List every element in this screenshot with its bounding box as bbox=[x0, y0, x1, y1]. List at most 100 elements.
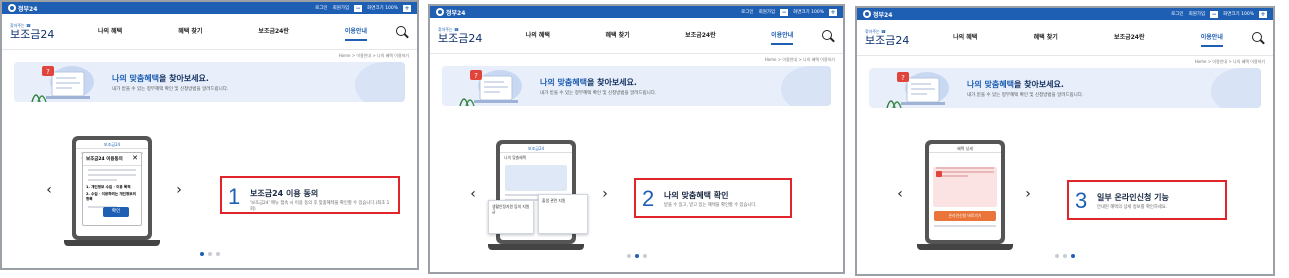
next-slide-button[interactable]: › bbox=[1021, 187, 1035, 201]
intro-banner: ? 나의 맞춤혜택을 찾아보세요. 내가 받을 수 있는 정부혜택 확인 및 신… bbox=[14, 62, 405, 102]
nav-guide[interactable]: 이용안내 bbox=[1200, 28, 1223, 47]
gov24-link[interactable]: 정부24 bbox=[8, 4, 37, 13]
pagination-dot-3[interactable] bbox=[215, 252, 220, 256]
nav-my-benefits[interactable]: 나의 혜택 bbox=[953, 28, 977, 47]
zoom-out-button[interactable]: − bbox=[354, 4, 363, 12]
confirm-button[interactable]: 확인 bbox=[103, 207, 129, 217]
device-section-title: 나의 맞춤혜택 bbox=[504, 155, 527, 160]
login-link[interactable]: 로그인 bbox=[1171, 11, 1183, 17]
banner-decoration bbox=[781, 66, 831, 106]
pagination-dot-2[interactable] bbox=[634, 254, 639, 258]
pagination-dot-1[interactable] bbox=[199, 252, 204, 256]
gov24-link[interactable]: 정부24 bbox=[436, 8, 465, 17]
banner-subtitle: 내가 받을 수 있는 정부혜택 확인 및 신청방법을 알려드립니다. bbox=[540, 91, 657, 96]
step-description: 받을 수 있고, 받고 있는 혜택을 확인할 수 있습니다. bbox=[664, 203, 757, 208]
intro-banner: ? 나의 맞춤혜택을 찾아보세요. 내가 받을 수 있는 정부혜택 확인 및 신… bbox=[442, 66, 831, 106]
zoom-level: 화면크기 100% bbox=[367, 6, 398, 11]
zoom-out-button[interactable]: − bbox=[780, 8, 789, 16]
nav-find-benefits[interactable]: 혜택 찾기 bbox=[605, 26, 629, 45]
nav-find-benefits[interactable]: 혜택 찾기 bbox=[178, 22, 202, 41]
step-card: 1 보조금24 이용 동의 '보조금24' 메뉴 접속 시 이용 동의 후 맞춤… bbox=[220, 176, 400, 214]
nav-about[interactable]: 보조금24란 bbox=[258, 22, 288, 41]
login-link[interactable]: 로그인 bbox=[315, 5, 327, 11]
gov-logo-icon bbox=[863, 10, 871, 18]
pagination-dot-3[interactable] bbox=[1071, 254, 1075, 258]
login-link[interactable]: 로그인 bbox=[741, 9, 753, 15]
search-icon[interactable] bbox=[395, 25, 409, 39]
gov-topbar: 정부24 로그인 회원가입 − 화면크기 100% + bbox=[857, 8, 1273, 20]
zoom-level: 화면크기 100% bbox=[1223, 12, 1254, 17]
banner-decoration bbox=[355, 62, 405, 102]
banner-title: 나의 맞춤혜택을 찾아보세요. bbox=[112, 74, 209, 83]
site-logo[interactable]: 찾아주는 ☎ 보조금24 bbox=[438, 27, 498, 45]
zoom-level: 화면크기 100% bbox=[793, 10, 824, 15]
banner-title: 나의 맞춤혜택을 찾아보세요. bbox=[967, 80, 1064, 89]
site-header: 찾아주는 ☎ 보조금24 나의 혜택 혜택 찾기 보조금24란 이용안내 bbox=[857, 20, 1273, 56]
banner-subtitle: 내가 받을 수 있는 정부혜택 확인 및 신청방법을 알려드립니다. bbox=[112, 87, 229, 92]
gov-topbar: 정부24 로그인 회원가입 − 화면크기 100% + bbox=[2, 2, 417, 14]
banner-subtitle: 내가 받을 수 있는 정부혜택 확인 및 신청방법을 알려드립니다. bbox=[967, 93, 1084, 98]
banner-title: 나의 맞춤혜택을 찾아보세요. bbox=[540, 78, 637, 87]
banner-decoration bbox=[1211, 68, 1261, 108]
prev-slide-button[interactable]: ‹ bbox=[466, 187, 480, 201]
pagination-dot-2[interactable] bbox=[1063, 254, 1067, 258]
search-icon[interactable] bbox=[821, 29, 835, 43]
screenshot-panel-3: 정부24 로그인 회원가입 − 화면크기 100% + 찾아주는 ☎ 보조금24… bbox=[855, 6, 1275, 276]
join-link[interactable]: 회원가입 bbox=[333, 5, 350, 11]
pagination-dot-2[interactable] bbox=[207, 252, 212, 256]
online-apply-button[interactable]: 온라인신청 바로가기 bbox=[934, 211, 996, 221]
step-card: 3 일부 온라인신청 기능 안내된 혜택의 상세 정보를 확인하세요. bbox=[1067, 180, 1227, 220]
nav-about[interactable]: 보조금24란 bbox=[685, 26, 715, 45]
nav-about[interactable]: 보조금24란 bbox=[1114, 28, 1144, 47]
close-icon[interactable]: ✕ bbox=[132, 154, 138, 162]
nav-find-benefits[interactable]: 혜택 찾기 bbox=[1034, 28, 1058, 47]
join-link[interactable]: 회원가입 bbox=[759, 9, 776, 15]
zoom-in-button[interactable]: + bbox=[829, 8, 837, 16]
next-slide-button[interactable]: › bbox=[172, 183, 186, 197]
zoom-out-button[interactable]: − bbox=[1210, 10, 1219, 18]
device-stand bbox=[64, 240, 160, 246]
svg-text:?: ? bbox=[474, 72, 478, 80]
gov-logo-icon bbox=[8, 4, 16, 12]
search-icon[interactable] bbox=[1251, 31, 1265, 45]
screenshot-panel-2: 정부24 로그인 회원가입 − 화면크기 100% + 찾아주는 ☎ 보조금24… bbox=[428, 4, 845, 274]
screenshot-panel-1: 정부24 로그인 회원가입 − 화면크기 100% + 찾아주는 ☎ 보조금24… bbox=[0, 0, 419, 270]
breadcrumb: Home > 이용안내 > 나의 혜택 이용하기 bbox=[764, 57, 835, 62]
phone-mockup: 혜택 상세 온라인신청 바로가기 bbox=[917, 140, 1013, 250]
zoom-in-button[interactable]: + bbox=[403, 4, 411, 12]
step-title: 나의 맞춤혜택 확인 bbox=[664, 191, 729, 200]
pagination-dot-1[interactable] bbox=[1055, 254, 1059, 258]
device-stand bbox=[488, 244, 584, 250]
pagination-dot-3[interactable] bbox=[642, 254, 647, 258]
banner-illustration-icon: ? bbox=[886, 72, 949, 108]
nav-my-benefits[interactable]: 나의 혜택 bbox=[526, 26, 550, 45]
next-slide-button[interactable]: › bbox=[598, 187, 612, 201]
join-link[interactable]: 회원가입 bbox=[1189, 11, 1206, 17]
breadcrumb: Home > 이용안내 > 나의 혜택 이용하기 bbox=[338, 53, 409, 58]
nav-guide[interactable]: 이용안내 bbox=[771, 26, 794, 45]
guide-slider: ‹ › 혜택 상세 온라인신청 바로가기 3 일부 온라인신청 기능 안내된 혜… bbox=[857, 132, 1273, 252]
banner-illustration-icon: ? bbox=[459, 70, 522, 106]
zoom-in-button[interactable]: + bbox=[1259, 10, 1267, 18]
site-header: 찾아주는 ☎ 보조금24 나의 혜택 혜택 찾기 보조금24란 이용안내 bbox=[2, 14, 417, 50]
pagination-dot-1[interactable] bbox=[626, 254, 631, 258]
step-description: '보조금24' 메뉴 접속 시 이용 동의 후 맞춤혜택을 확인할 수 있습니다… bbox=[250, 201, 390, 212]
gov-topbar: 정부24 로그인 회원가입 − 화면크기 100% + bbox=[430, 6, 843, 18]
guide-slider: ‹ › 보조금24 나의 맞춤혜택 생활안정지원 등의 지원금 출생 관련 지원… bbox=[430, 132, 843, 252]
prev-slide-button[interactable]: ‹ bbox=[42, 183, 56, 197]
phone-mockup: 보조금24 보조금24 이용동의 ✕ 1. 개인정보 수집 · 이용 목적 2. … bbox=[64, 136, 160, 246]
guide-slider: ‹ › 보조금24 보조금24 이용동의 ✕ 1. 개인정보 수집 · 이용 목적… bbox=[2, 128, 417, 248]
gov24-link[interactable]: 정부24 bbox=[863, 10, 892, 19]
site-logo[interactable]: 찾아주는 ☎ 보조금24 bbox=[10, 23, 70, 41]
prev-slide-button[interactable]: ‹ bbox=[893, 187, 907, 201]
slider-pagination bbox=[857, 254, 1273, 258]
site-logo[interactable]: 찾아주는 ☎ 보조금24 bbox=[865, 29, 925, 47]
svg-text:?: ? bbox=[901, 74, 905, 82]
nav-my-benefits[interactable]: 나의 혜택 bbox=[98, 22, 122, 41]
gov-logo-icon bbox=[436, 8, 444, 16]
benefit-popup-card-2: 출생 관련 지원 bbox=[538, 194, 588, 234]
site-header: 찾아주는 ☎ 보조금24 나의 혜택 혜택 찾기 보조금24란 이용안내 bbox=[430, 18, 843, 54]
nav-guide[interactable]: 이용안내 bbox=[344, 22, 367, 41]
step-number: 3 bbox=[1075, 188, 1088, 213]
main-nav: 나의 혜택 혜택 찾기 보조금24란 이용안내 bbox=[498, 26, 821, 45]
